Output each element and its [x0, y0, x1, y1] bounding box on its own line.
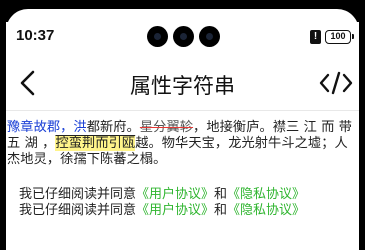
agreement-conjunction: 和: [214, 203, 228, 218]
device-frame-right: [359, 0, 365, 250]
agreement-list: 我已仔细阅读并同意《用户协议》和《隐私协议》 我已仔细阅读并同意《用户协议》和《…: [19, 187, 354, 219]
attributed-text-paragraph: 豫章故郡，洪都新府。星分翼轸，地接衡庐。襟三 江 而 带 五 湖 ，控蛮荆而引瓯…: [7, 120, 355, 168]
user-agreement-link[interactable]: 《用户协议》: [136, 187, 214, 202]
agreement-prefix: 我已仔细阅读并同意: [19, 203, 137, 218]
camera-lens-icon: [199, 26, 220, 47]
page-title: 属性字符串: [130, 74, 235, 98]
view-source-button[interactable]: [319, 71, 353, 95]
header-divider: [6, 110, 359, 111]
agreement-conjunction: 和: [214, 187, 228, 202]
privacy-agreement-link[interactable]: 《隐私协议》: [227, 203, 305, 218]
agreement-line: 我已仔细阅读并同意《用户协议》和《隐私协议》: [19, 203, 354, 219]
highlighted-text-span: 控蛮荆而引瓯: [55, 136, 136, 151]
battery-icon: 100: [325, 30, 354, 44]
plain-text-span: 都新府。: [86, 120, 140, 135]
user-agreement-link[interactable]: 《用户协议》: [136, 203, 214, 218]
privacy-agreement-link[interactable]: 《隐私协议》: [227, 187, 305, 202]
status-indicators: ! 100: [310, 30, 354, 44]
camera-cutout: [147, 26, 220, 47]
strikethrough-text-span: 星分翼轸: [139, 120, 194, 135]
camera-lens-icon: [147, 26, 168, 47]
agreement-line: 我已仔细阅读并同意《用户协议》和《隐私协议》: [19, 187, 354, 203]
blue-text-span: 豫章故郡，洪: [7, 120, 87, 135]
status-bar: 10:37 ! 100: [6, 9, 359, 49]
phone-screen: 10:37 ! 100 属性字符串 豫章故郡，洪都新府。星分翼轸，地接衡庐。襟三…: [6, 9, 359, 250]
navigation-bar: 属性字符串: [6, 65, 359, 101]
agreement-prefix: 我已仔细阅读并同意: [19, 187, 137, 202]
alert-icon: !: [310, 30, 321, 44]
code-icon: [319, 71, 353, 95]
status-time: 10:37: [16, 27, 55, 44]
camera-lens-icon: [173, 26, 194, 47]
